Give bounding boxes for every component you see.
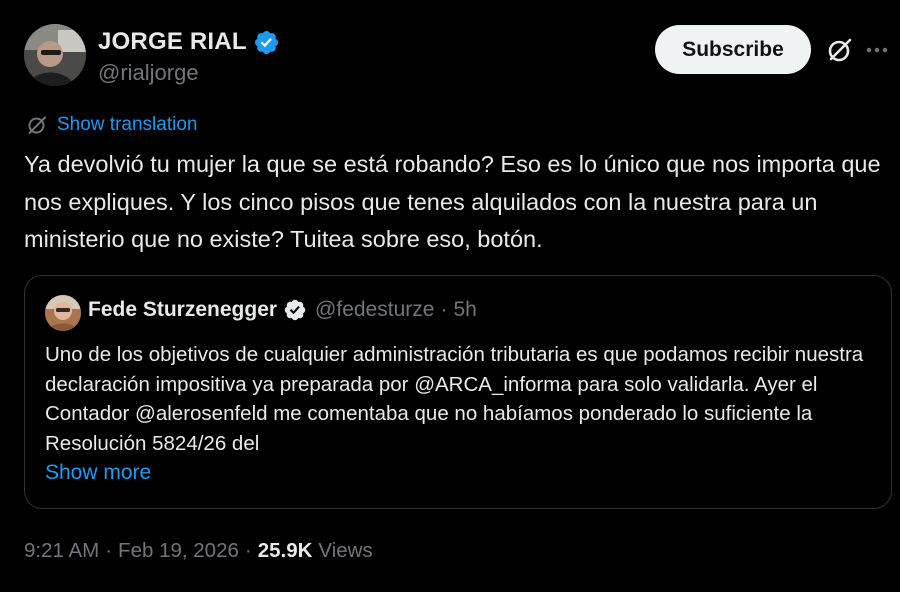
quoted-handle[interactable]: @fedesturze <box>315 298 434 322</box>
translate-icon <box>28 116 46 134</box>
tweet-text: Ya devolvió tu mujer la que se está roba… <box>24 151 881 252</box>
author-handle[interactable]: @rialjorge <box>98 60 199 86</box>
author-name-row: JORGE RIAL <box>98 28 280 56</box>
quoted-timestamp[interactable]: 5h <box>453 298 476 322</box>
author-avatar[interactable] <box>24 24 86 86</box>
show-translation-link[interactable]: Show translation <box>57 114 197 136</box>
grok-icon[interactable] <box>826 36 854 64</box>
quoted-tweet-card[interactable]: Fede Sturzenegger @fedesturze · 5h Uno d… <box>24 275 892 509</box>
quoted-tweet-text: Uno de los objetivos de cualquier admini… <box>45 343 864 455</box>
quoted-display-name[interactable]: Fede Sturzenegger <box>88 298 277 322</box>
quoted-header: Fede Sturzenegger @fedesturze · 5h <box>88 298 477 322</box>
tweet-time[interactable]: 9:21 AM <box>24 539 99 563</box>
show-more-link[interactable]: Show more <box>45 461 151 485</box>
tweet-meta: 9:21 AM · Feb 19, 2026 · 25.9K Views <box>24 539 373 563</box>
verified-badge-icon <box>284 299 306 321</box>
verified-badge-icon <box>254 30 278 54</box>
tweet-date[interactable]: Feb 19, 2026 <box>118 539 239 563</box>
subscribe-button[interactable]: Subscribe <box>655 25 811 74</box>
meta-separator: · <box>105 539 113 562</box>
tweet-detail: JORGE RIAL @rialjorge Subscribe Show tra… <box>0 0 900 592</box>
quoted-separator: · <box>440 298 448 321</box>
views-label: Views <box>318 539 373 562</box>
more-options-icon[interactable] <box>862 36 892 64</box>
quoted-author-avatar[interactable] <box>45 295 81 331</box>
author-display-name[interactable]: JORGE RIAL <box>98 28 247 56</box>
meta-separator: · <box>244 539 252 562</box>
views-count[interactable]: 25.9K <box>258 539 313 563</box>
show-translation[interactable]: Show translation <box>26 114 197 136</box>
